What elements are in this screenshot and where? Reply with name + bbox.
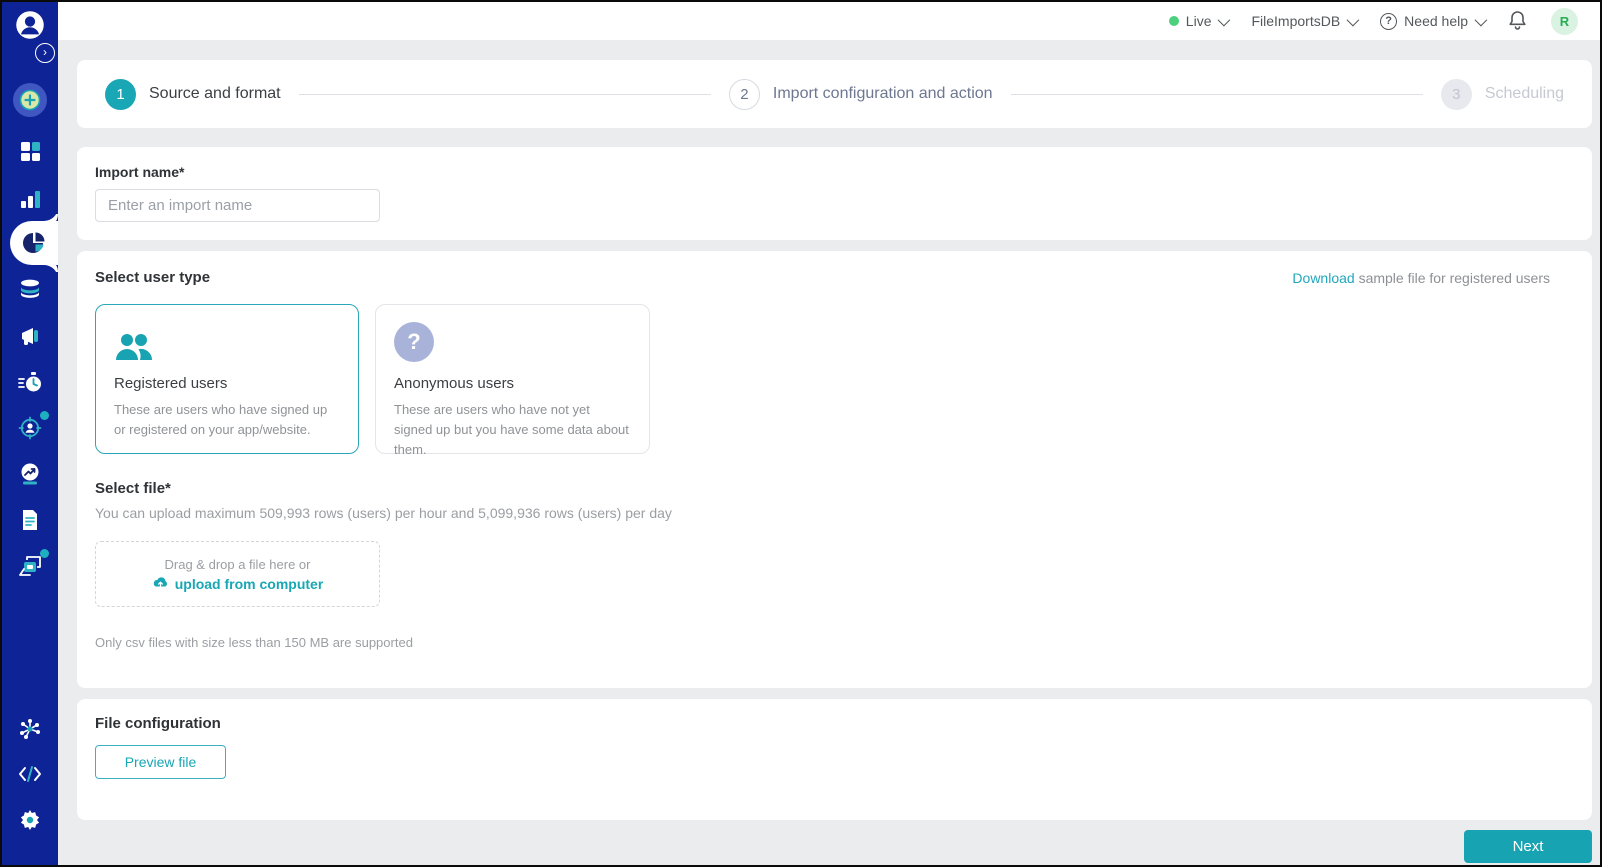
sidebar-item-integrations[interactable] xyxy=(2,707,58,751)
step-number: 1 xyxy=(105,78,136,110)
step-label: Scheduling xyxy=(1484,85,1565,102)
users-icon xyxy=(114,322,340,362)
step-number: 2 xyxy=(728,78,760,110)
gear-icon xyxy=(18,808,42,832)
sidebar-item-boards[interactable] xyxy=(2,544,58,588)
file-dropzone[interactable]: Drag & drop a file here or upload from c… xyxy=(95,541,380,607)
download-link[interactable]: Download xyxy=(1292,270,1354,286)
file-configuration-section: File configuration Preview file xyxy=(77,699,1592,820)
bell-icon xyxy=(1508,10,1527,33)
upload-link-text: upload from computer xyxy=(174,575,324,592)
megaphone-icon xyxy=(19,325,41,347)
import-name-label: Import name* xyxy=(95,164,185,180)
notification-dot xyxy=(40,549,49,558)
option-title: Anonymous users xyxy=(394,375,515,392)
document-icon xyxy=(20,509,40,531)
option-description: These are users who have signed up or re… xyxy=(114,402,328,438)
select-file-section: Select file* You can upload maximum 509,… xyxy=(95,480,1574,650)
status-dot-icon xyxy=(1168,16,1179,26)
layers-icon xyxy=(18,554,42,578)
sidebar-item-settings[interactable] xyxy=(2,798,58,842)
step-import-configuration[interactable]: 2 Import configuration and action xyxy=(728,78,993,110)
user-type-options: Registered users These are users who hav… xyxy=(95,304,1574,457)
audience-target-icon xyxy=(18,416,42,440)
upload-limit-note: You can upload maximum 509,993 rows (use… xyxy=(95,505,672,521)
file-configuration-label: File configuration xyxy=(95,715,221,732)
step-source-and-format[interactable]: 1 Source and format xyxy=(105,78,281,110)
sidebar-item-journeys[interactable] xyxy=(2,360,58,404)
help-label: Need help xyxy=(1404,13,1468,29)
footer-actions: Next xyxy=(77,830,1592,863)
sidebar-item-predictions[interactable] xyxy=(2,452,58,496)
import-name-input[interactable] xyxy=(95,189,380,222)
step-label: Source and format xyxy=(149,85,281,102)
project-selector[interactable]: FileImportsDB xyxy=(1251,13,1360,29)
cloud-upload-icon xyxy=(152,576,169,592)
network-icon xyxy=(18,717,42,741)
chevron-down-icon xyxy=(1474,13,1488,26)
option-title: Registered users xyxy=(114,375,228,392)
app-window: › Live FileImportsDB ? Need help R 1 Sou… xyxy=(0,0,1602,867)
file-support-note: Only csv files with size less than 150 M… xyxy=(95,635,413,650)
plus-icon xyxy=(12,82,48,118)
clevertap-logo[interactable] xyxy=(2,6,58,44)
sidebar-item-data[interactable] xyxy=(2,267,58,311)
anonymous-users-card[interactable]: ? Anonymous users These are users who ha… xyxy=(375,304,650,457)
pie-chart-icon xyxy=(22,231,46,255)
sidebar-item-developer[interactable] xyxy=(2,752,58,796)
step-scheduling: 3 Scheduling xyxy=(1440,78,1565,110)
logo-icon xyxy=(15,10,45,40)
environment-label: Live xyxy=(1185,13,1212,29)
create-new-button[interactable] xyxy=(2,78,58,122)
chevron-down-icon xyxy=(1218,13,1231,26)
sidebar: › xyxy=(2,2,58,865)
question-mark-icon: ? xyxy=(394,322,434,362)
help-menu[interactable]: ? Need help xyxy=(1380,12,1488,30)
code-icon xyxy=(18,764,42,784)
question-mark-icon-wrap: ? xyxy=(394,322,631,362)
next-button[interactable]: Next xyxy=(1464,830,1592,863)
sidebar-item-campaigns[interactable] xyxy=(2,314,58,358)
import-name-section: Import name* xyxy=(77,147,1592,240)
preview-file-button[interactable]: Preview file xyxy=(95,745,226,779)
dashboard-grid-icon xyxy=(20,141,41,162)
step-connector xyxy=(1010,93,1423,95)
sidebar-item-dashboards[interactable] xyxy=(2,129,58,173)
topbar: Live FileImportsDB ? Need help R xyxy=(58,2,1600,40)
sidebar-item-reports[interactable] xyxy=(2,498,58,542)
bar-chart-icon xyxy=(20,188,41,209)
sidebar-item-data-imports[interactable] xyxy=(10,221,58,265)
step-connector xyxy=(298,93,711,95)
avatar-initial: R xyxy=(1559,13,1570,29)
notification-dot xyxy=(40,411,49,420)
step-label: Import configuration and action xyxy=(772,85,993,102)
dropzone-text: Drag & drop a file here or xyxy=(164,556,311,572)
wizard-stepper: 1 Source and format 2 Import configurati… xyxy=(77,60,1592,128)
chevron-down-icon xyxy=(1346,13,1360,26)
database-icon xyxy=(19,278,41,300)
download-rest-text: sample file for registered users xyxy=(1354,270,1550,286)
sidebar-item-audiences[interactable] xyxy=(2,406,58,450)
download-sample-text: Download sample file for registered user… xyxy=(1292,270,1550,286)
help-circle-icon: ? xyxy=(1380,12,1398,30)
select-file-label: Select file* xyxy=(95,480,171,497)
main-content: 1 Source and format 2 Import configurati… xyxy=(58,40,1600,865)
user-avatar[interactable]: R xyxy=(1551,7,1578,35)
stopwatch-icon xyxy=(18,371,42,393)
step-number: 3 xyxy=(1440,78,1472,110)
collapse-sidebar-button[interactable]: › xyxy=(32,40,58,66)
project-name: FileImportsDB xyxy=(1251,13,1341,29)
chevron-right-icon: › xyxy=(35,43,55,63)
environment-selector[interactable]: Live xyxy=(1168,13,1231,29)
source-section: Select user type Download sample file fo… xyxy=(77,251,1592,688)
trend-ball-icon xyxy=(18,462,42,486)
notifications-button[interactable] xyxy=(1508,10,1527,33)
registered-users-card[interactable]: Registered users These are users who hav… xyxy=(95,304,359,454)
upload-from-computer-link[interactable]: upload from computer xyxy=(152,575,324,592)
option-description: These are users who have not yet signed … xyxy=(394,402,629,458)
